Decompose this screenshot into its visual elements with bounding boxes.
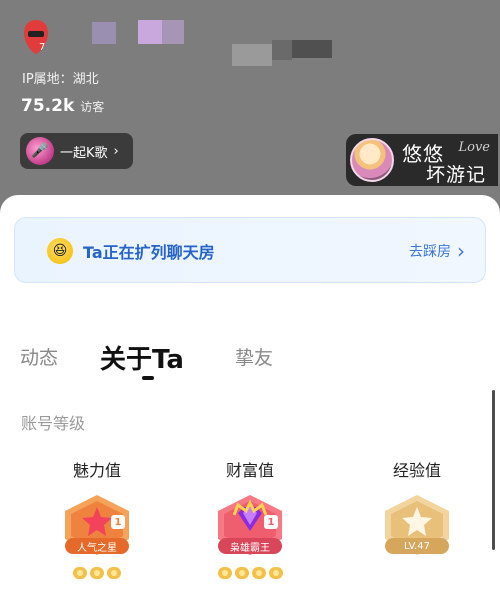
nickname-blur — [162, 20, 184, 44]
wealth-level[interactable]: 财富值 1 枭雄霸王 — [180, 457, 320, 579]
badge-title: LV.47 — [385, 538, 449, 554]
wealth-badge: 1 枭雄霸王 — [210, 493, 290, 559]
medal-icon — [73, 567, 87, 579]
visitor-number: 75.2k — [21, 96, 75, 116]
tab-close-friends[interactable]: 挚友 — [235, 343, 273, 370]
medal-icon — [217, 567, 232, 579]
app-logo-icon: 7 — [24, 20, 48, 54]
medal-icon — [234, 567, 249, 579]
medal-icon — [107, 567, 121, 579]
nickname-blur — [138, 20, 162, 44]
scrollbar[interactable] — [492, 390, 495, 550]
room-avatar — [350, 138, 394, 182]
experience-badge: LV.47 — [377, 493, 457, 559]
nickname-blur — [92, 22, 116, 44]
id-blur — [272, 40, 292, 60]
medal-row — [27, 567, 167, 579]
ip-location: IP属地：湖北 — [22, 72, 99, 87]
level-name: 魅力值 — [72, 461, 121, 480]
profile-header: 7 IP属地：湖北 75.2k 访客 🎤 一起K歌 › 悠悠 坏游记 Love — [0, 0, 500, 200]
svg-text:7: 7 — [39, 42, 45, 53]
profile-sheet: 😆 Ta正在扩列聊天房 去踩房 › 动态 关于Ta 挚友 账号等级 魅力值 1 … — [0, 195, 500, 605]
chat-room-text: Ta正在扩列聊天房 — [83, 243, 215, 262]
medal-icon — [268, 567, 283, 579]
badge-level-number: 1 — [111, 515, 125, 529]
badge-level-number: 1 — [264, 515, 278, 529]
visit-room-label: 去踩房 — [409, 244, 451, 260]
charm-level[interactable]: 魅力值 1 人气之星 — [27, 457, 167, 579]
room-card[interactable]: 悠悠 坏游记 Love — [346, 134, 498, 186]
profile-tabs: 动态 关于Ta 挚友 — [20, 343, 490, 383]
id-blur — [232, 44, 272, 66]
laughing-emoji-icon: 😆 — [47, 238, 73, 264]
account-level-heading: 账号等级 — [21, 414, 86, 433]
visit-room-link[interactable]: 去踩房 › — [409, 241, 465, 261]
level-name: 财富值 — [225, 461, 274, 480]
room-title-line2: 坏游记 — [426, 164, 487, 186]
medal-icon — [90, 567, 104, 579]
microphone-avatar-icon: 🎤 — [26, 137, 54, 165]
badge-title: 人气之星 — [65, 538, 129, 554]
experience-level[interactable]: 经验值 LV.47 — [347, 457, 487, 559]
tab-about[interactable]: 关于Ta — [100, 339, 184, 376]
level-name: 经验值 — [392, 461, 441, 480]
charm-badge: 1 人气之星 — [57, 493, 137, 559]
chat-room-banner[interactable]: 😆 Ta正在扩列聊天房 去踩房 › — [14, 217, 486, 283]
id-blur — [292, 40, 332, 58]
chevron-right-icon: › — [113, 143, 119, 159]
visitor-count[interactable]: 75.2k 访客 — [21, 96, 104, 116]
visitor-label: 访客 — [80, 100, 105, 114]
active-tab-indicator — [142, 376, 154, 380]
badge-title: 枭雄霸王 — [218, 538, 282, 554]
tab-moments[interactable]: 动态 — [20, 343, 58, 370]
medal-icon — [251, 567, 266, 579]
sing-together-button[interactable]: 🎤 一起K歌 › — [20, 133, 133, 169]
room-decor-text: Love — [458, 140, 491, 155]
sing-together-label: 一起K歌 — [60, 145, 108, 161]
medal-row — [180, 567, 320, 579]
chevron-right-icon: › — [457, 239, 465, 263]
